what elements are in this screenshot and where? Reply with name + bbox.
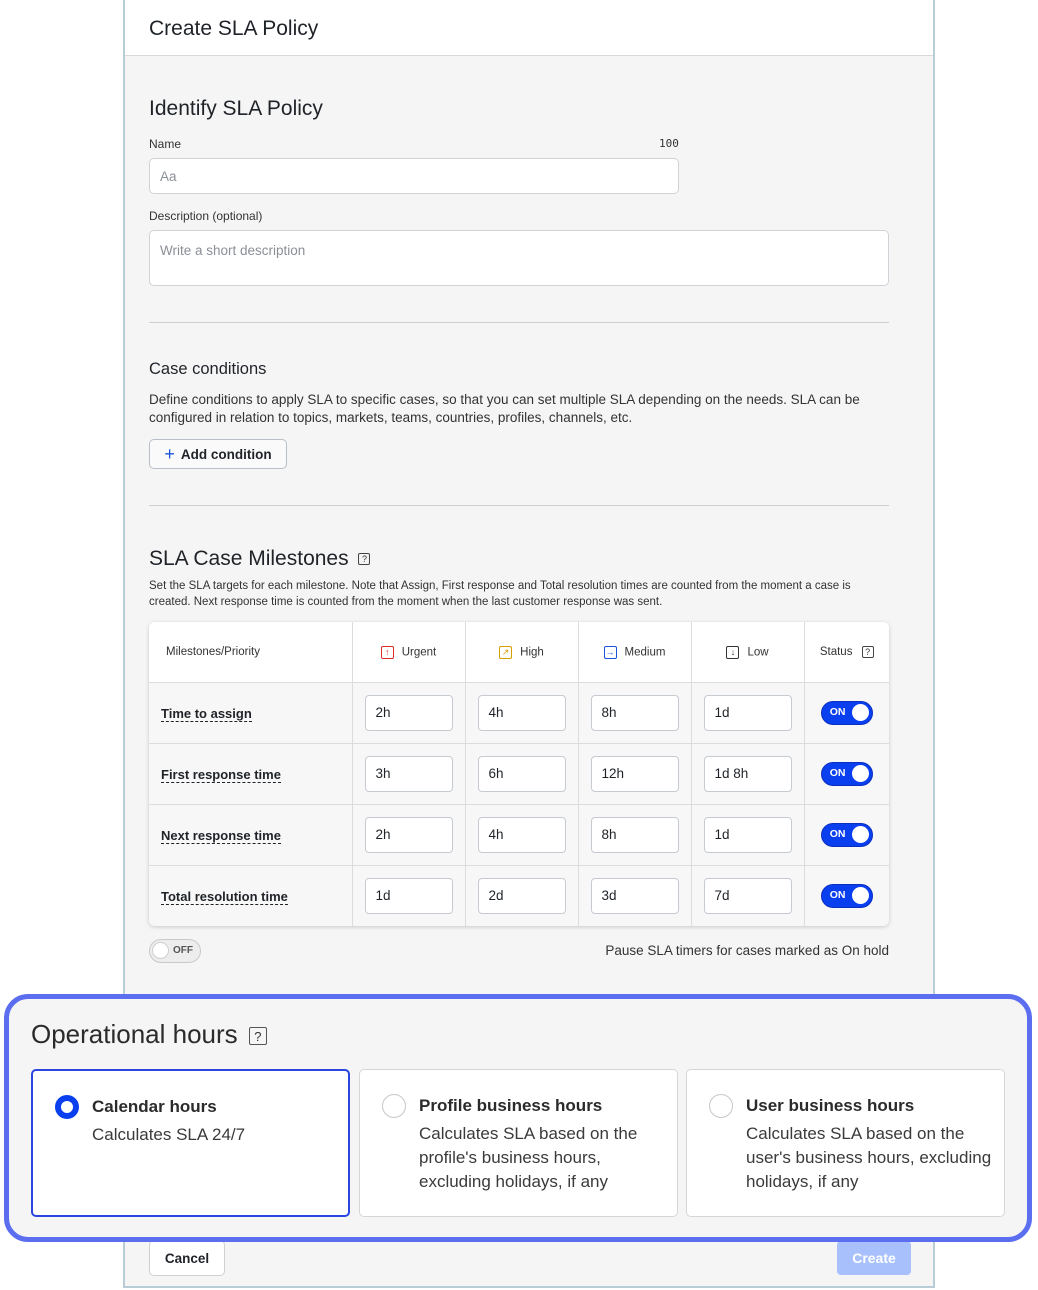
profile-business-hours-option[interactable]: Profile business hours Calculates SLA ba…: [359, 1069, 678, 1217]
medium-target-input[interactable]: 12h: [590, 756, 679, 792]
milestone-label[interactable]: Time to assign: [149, 682, 353, 744]
case-conditions-heading: Case conditions: [149, 360, 267, 378]
toggle-label: ON: [829, 706, 846, 718]
status-toggle[interactable]: ON: [820, 701, 873, 725]
arrow-up-icon: ↑: [380, 645, 394, 659]
medium-target-input[interactable]: 8h: [590, 695, 679, 731]
help-icon[interactable]: ?: [248, 1027, 267, 1046]
calendar-hours-option[interactable]: Calendar hours Calculates SLA 24/7: [31, 1069, 350, 1217]
add-condition-label: Add condition: [180, 446, 272, 462]
toggle-label: OFF: [173, 945, 193, 956]
low-target-input[interactable]: 7d: [703, 878, 792, 914]
status-toggle[interactable]: ON: [820, 884, 873, 908]
high-target-input[interactable]: 4h: [477, 817, 566, 853]
divider: [149, 505, 889, 506]
operational-hours-heading: Operational hours ?: [31, 1019, 267, 1050]
medium-target-input[interactable]: 3d: [590, 878, 679, 914]
cancel-button[interactable]: Cancel: [149, 1240, 225, 1276]
high-column-header: ↗ High: [465, 622, 579, 683]
toggle-label: ON: [829, 828, 846, 840]
high-label: High: [520, 646, 544, 659]
arrow-right-icon: →: [603, 645, 617, 659]
high-target-input[interactable]: 4h: [477, 695, 566, 731]
milestone-label[interactable]: First response time: [149, 743, 353, 805]
name-placeholder: Aa: [160, 169, 177, 184]
operational-hours-callout: Operational hours ? Calendar hours Calcu…: [4, 994, 1032, 1242]
pause-timers-toggle[interactable]: OFF: [149, 939, 201, 963]
toggle-label: ON: [829, 767, 846, 779]
milestones-table: Milestones/Priority ↑ Urgent ↗ High → Mediu…: [149, 622, 889, 926]
panel-header: Create SLA Policy: [125, 0, 933, 56]
arrow-up-right-icon: ↗: [499, 645, 513, 659]
urgent-target-input[interactable]: 1d: [364, 878, 453, 914]
status-column-header: Status ?: [804, 622, 889, 683]
user-business-hours-option[interactable]: User business hours Calculates SLA based…: [686, 1069, 1005, 1217]
table-row: Total resolution time 1d 2d 3d 7d ON: [149, 865, 889, 926]
toggle-label: ON: [829, 889, 846, 901]
case-conditions-description: Define conditions to apply SLA to specif…: [149, 392, 860, 425]
table-row: Time to assign 2h 4h 8h 1d ON: [149, 682, 889, 744]
table-header-row: Milestones/Priority ↑ Urgent ↗ High → Mediu…: [149, 622, 889, 683]
name-input[interactable]: Aa: [149, 158, 679, 194]
low-label: Low: [747, 646, 769, 659]
radio-icon[interactable]: [382, 1094, 406, 1118]
milestone-label[interactable]: Total resolution time: [149, 865, 353, 926]
table-row: Next response time 2h 4h 8h 1d ON: [149, 804, 889, 866]
milestone-label[interactable]: Next response time: [149, 804, 353, 866]
option-description: Calculates SLA based on the user's busin…: [746, 1124, 992, 1191]
pause-timers-label: Pause SLA timers for cases marked as On …: [605, 943, 889, 958]
status-toggle[interactable]: ON: [820, 762, 873, 786]
add-condition-button[interactable]: + Add condition: [149, 439, 287, 469]
milestones-heading: SLA Case Milestones ?: [149, 547, 371, 571]
create-button[interactable]: Create: [837, 1241, 911, 1275]
description-placeholder: Write a short description: [160, 243, 306, 258]
arrow-down-icon: ↓: [726, 645, 740, 659]
plus-icon: +: [164, 444, 175, 464]
identify-heading: Identify SLA Policy: [149, 97, 323, 120]
option-title: User business hours: [746, 1096, 915, 1115]
medium-column-header: → Medium: [578, 622, 692, 683]
urgent-column-header: ↑ Urgent: [352, 622, 466, 683]
low-target-input[interactable]: 1d: [703, 695, 792, 731]
milestone-column-header: Milestones/Priority: [149, 622, 353, 683]
option-description: Calculates SLA based on the profile's bu…: [419, 1124, 638, 1191]
option-title: Profile business hours: [419, 1096, 603, 1115]
name-label: Name: [149, 137, 182, 151]
panel-title: Create SLA Policy: [149, 17, 319, 40]
low-target-input[interactable]: 1d 8h: [703, 756, 792, 792]
urgent-target-input[interactable]: 2h: [364, 817, 453, 853]
medium-label: Medium: [624, 646, 666, 659]
high-target-input[interactable]: 2d: [477, 878, 566, 914]
status-toggle[interactable]: ON: [820, 823, 873, 847]
low-target-input[interactable]: 1d: [703, 817, 792, 853]
urgent-target-input[interactable]: 3h: [364, 756, 453, 792]
milestones-title: SLA Case Milestones: [149, 547, 349, 570]
divider: [149, 322, 889, 323]
medium-target-input[interactable]: 8h: [590, 817, 679, 853]
name-char-limit: 100: [659, 137, 679, 150]
urgent-label: Urgent: [401, 646, 437, 659]
status-label: Status: [819, 646, 853, 659]
operational-hours-title: Operational hours: [31, 1019, 238, 1049]
low-column-header: ↓ Low: [691, 622, 805, 683]
radio-selected-icon[interactable]: [55, 1095, 79, 1119]
milestones-description: Set the SLA targets for each milestone. …: [149, 580, 851, 608]
option-title: Calendar hours: [92, 1097, 217, 1116]
table-row: First response time 3h 6h 12h 1d 8h ON: [149, 743, 889, 805]
high-target-input[interactable]: 6h: [477, 756, 566, 792]
help-icon[interactable]: ?: [358, 553, 371, 566]
help-icon[interactable]: ?: [861, 645, 874, 658]
urgent-target-input[interactable]: 2h: [364, 695, 453, 731]
radio-icon[interactable]: [709, 1094, 733, 1118]
option-description: Calculates SLA 24/7: [92, 1125, 246, 1144]
description-textarea[interactable]: Write a short description: [149, 230, 889, 286]
description-label: Description (optional): [149, 209, 263, 223]
